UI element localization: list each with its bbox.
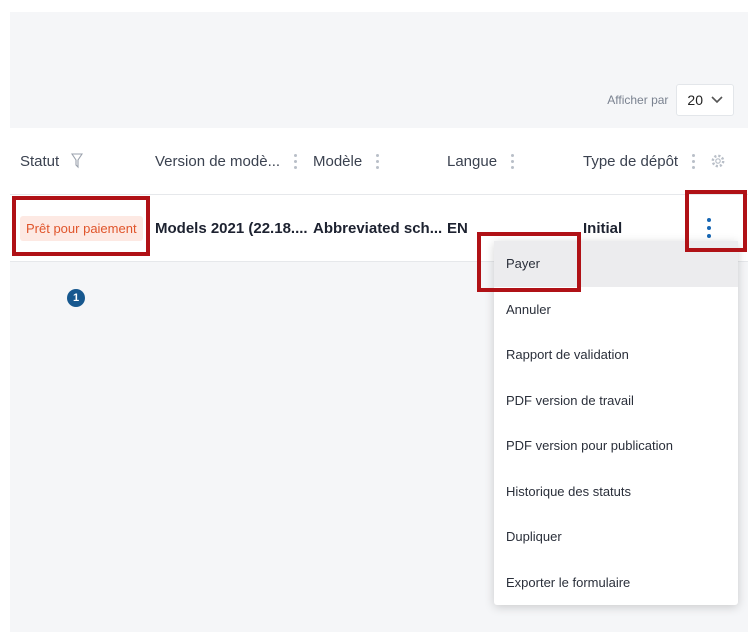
row-actions-menu: Payer Annuler Rapport de validation PDF …: [494, 241, 738, 605]
column-options-icon[interactable]: [511, 153, 515, 169]
language-cell: EN: [447, 195, 468, 261]
column-header-version[interactable]: Version de modè...: [155, 128, 298, 194]
menu-item-export-form[interactable]: Exporter le formulaire: [494, 560, 738, 606]
filter-icon[interactable]: [71, 153, 84, 169]
column-header-label: Statut: [20, 152, 60, 170]
column-options-icon[interactable]: [376, 153, 380, 169]
column-header-status[interactable]: Statut: [20, 128, 84, 194]
column-header-model[interactable]: Modèle: [313, 128, 380, 194]
menu-item-cancel[interactable]: Annuler: [494, 287, 738, 333]
page-size-label: Afficher par: [607, 93, 669, 107]
table-header: Statut Version de modè... Modèle Langue …: [10, 128, 748, 195]
kebab-menu-icon: [707, 218, 711, 238]
menu-item-pay[interactable]: Payer: [494, 241, 738, 287]
step-marker: 1: [67, 289, 85, 307]
version-value: Models 2021 (22.18....: [155, 219, 308, 237]
column-header-label: Version de modè...: [155, 152, 281, 170]
menu-item-pdf-working[interactable]: PDF version de travail: [494, 378, 738, 424]
language-value: EN: [447, 219, 468, 237]
model-value: Abbreviated sch...: [313, 219, 443, 237]
filing-type-value: Initial: [583, 219, 623, 237]
page-size-value: 20: [687, 92, 703, 108]
column-header-label: Modèle: [313, 152, 363, 170]
menu-item-pdf-publication[interactable]: PDF version pour publication: [494, 423, 738, 469]
menu-item-validation-report[interactable]: Rapport de validation: [494, 332, 738, 378]
column-header-label: Type de dépôt: [583, 152, 679, 170]
menu-item-status-history[interactable]: Historique des statuts: [494, 469, 738, 515]
chevron-down-icon: [711, 96, 723, 104]
page-size-control: Afficher par 20: [607, 84, 734, 116]
status-cell: Prêt pour paiement: [20, 195, 143, 261]
column-header-filing-type[interactable]: Type de dépôt: [583, 128, 696, 194]
version-cell: Models 2021 (22.18....: [155, 195, 308, 261]
page-size-select[interactable]: 20: [676, 84, 734, 116]
gear-icon[interactable]: [710, 128, 726, 194]
model-cell: Abbreviated sch...: [313, 195, 442, 261]
column-options-icon[interactable]: [692, 153, 696, 169]
column-header-label: Langue: [447, 152, 498, 170]
menu-item-duplicate[interactable]: Dupliquer: [494, 514, 738, 560]
column-options-icon[interactable]: [294, 153, 298, 169]
status-badge: Prêt pour paiement: [20, 215, 143, 241]
column-header-language[interactable]: Langue: [447, 128, 515, 194]
